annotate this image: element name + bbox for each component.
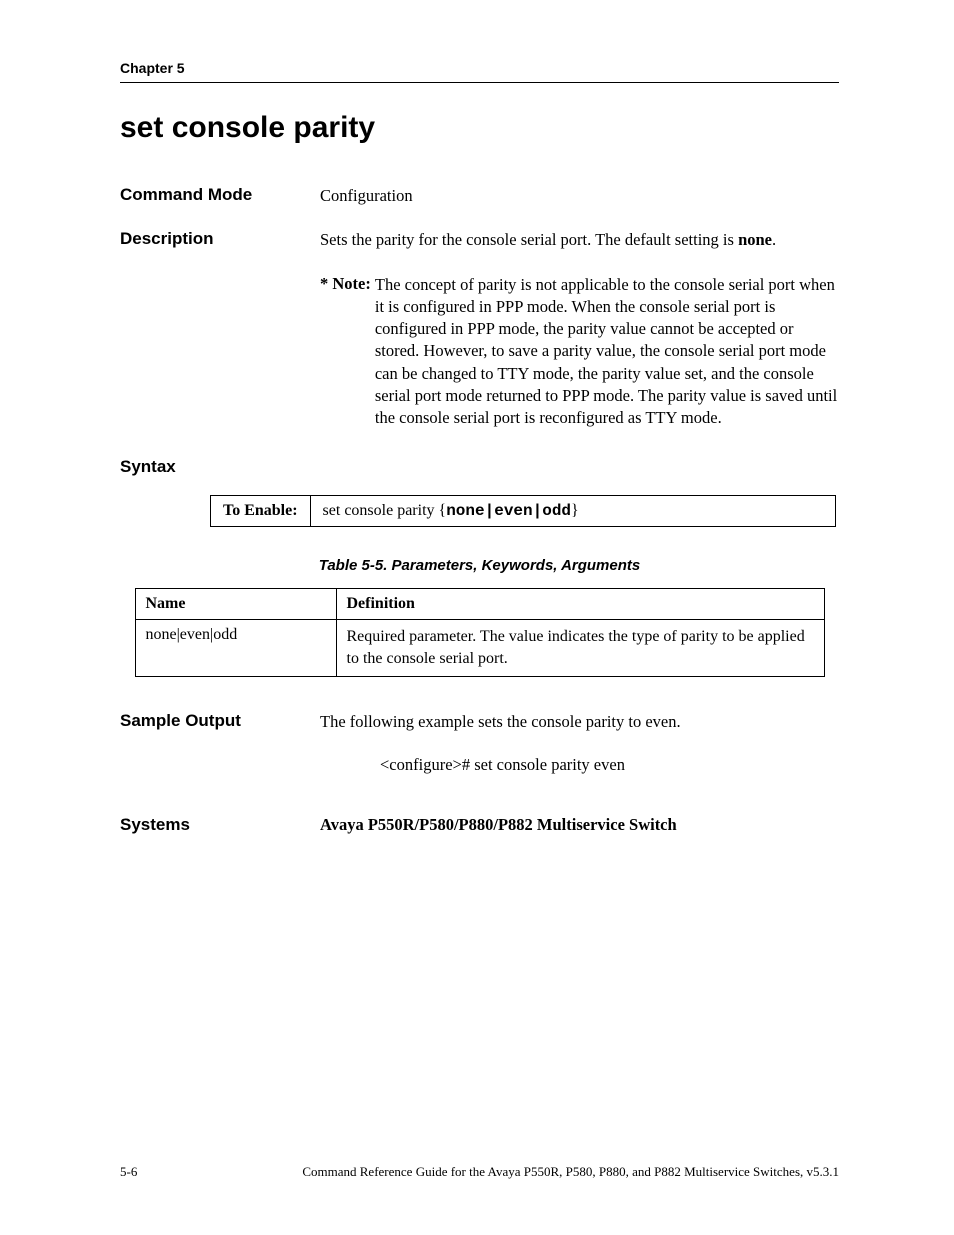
syntax-cmd-c: } <box>571 502 579 519</box>
param-header-name: Name <box>135 589 336 620</box>
syntax-table: To Enable: set console parity {none|even… <box>210 495 836 527</box>
page-title: set console parity <box>120 111 839 145</box>
systems-row: Systems Avaya P550R/P580/P880/P882 Multi… <box>120 815 839 835</box>
description-row: Description Sets the parity for the cons… <box>120 229 839 251</box>
syntax-label: Syntax <box>120 457 839 477</box>
syntax-cmd-a: set console parity { <box>323 502 447 519</box>
description-label: Description <box>120 229 320 249</box>
note-label: * Note: <box>320 274 371 430</box>
command-mode-row: Command Mode Configuration <box>120 185 839 207</box>
chapter-header: Chapter 5 <box>120 60 839 83</box>
sample-output-cmd: <configure># set console parity even <box>380 755 839 775</box>
systems-value: Avaya P550R/P580/P880/P882 Multiservice … <box>320 815 677 835</box>
footer-text: Command Reference Guide for the Avaya P5… <box>197 1164 839 1180</box>
command-mode-value: Configuration <box>320 185 839 207</box>
description-text: Sets the parity for the console serial p… <box>320 229 839 251</box>
command-mode-label: Command Mode <box>120 185 320 205</box>
page-number: 5-6 <box>120 1164 137 1180</box>
sample-output-label: Sample Output <box>120 711 320 731</box>
param-table: Name Definition none|even|odd Required p… <box>135 588 825 676</box>
param-header-definition: Definition <box>336 589 824 620</box>
description-part-b: none <box>738 230 772 249</box>
description-part-c: . <box>772 230 776 249</box>
sample-cmd-prompt: <configure># <box>380 755 474 774</box>
sample-output-text: The following example sets the console p… <box>320 711 839 733</box>
syntax-cmd-b: none|even|odd <box>446 502 571 520</box>
sample-cmd-text: set console parity even <box>474 755 625 774</box>
param-table-caption: Table 5-5. Parameters, Keywords, Argumen… <box>170 557 790 574</box>
syntax-command: set console parity {none|even|odd} <box>310 496 835 527</box>
document-page: Chapter 5 set console parity Command Mod… <box>0 0 954 1235</box>
description-part-a: Sets the parity for the console serial p… <box>320 230 738 249</box>
table-header-row: Name Definition <box>135 589 824 620</box>
note-text: The concept of parity is not applicable … <box>375 274 839 430</box>
note-block: * Note: The concept of parity is not app… <box>320 274 839 430</box>
table-row: none|even|odd Required parameter. The va… <box>135 620 824 676</box>
sample-output-row: Sample Output The following example sets… <box>120 711 839 733</box>
syntax-row-label: To Enable: <box>211 496 311 527</box>
param-definition: Required parameter. The value indicates … <box>336 620 824 676</box>
systems-label: Systems <box>120 815 320 835</box>
param-name: none|even|odd <box>135 620 336 676</box>
page-footer: 5-6 Command Reference Guide for the Avay… <box>120 1164 839 1180</box>
